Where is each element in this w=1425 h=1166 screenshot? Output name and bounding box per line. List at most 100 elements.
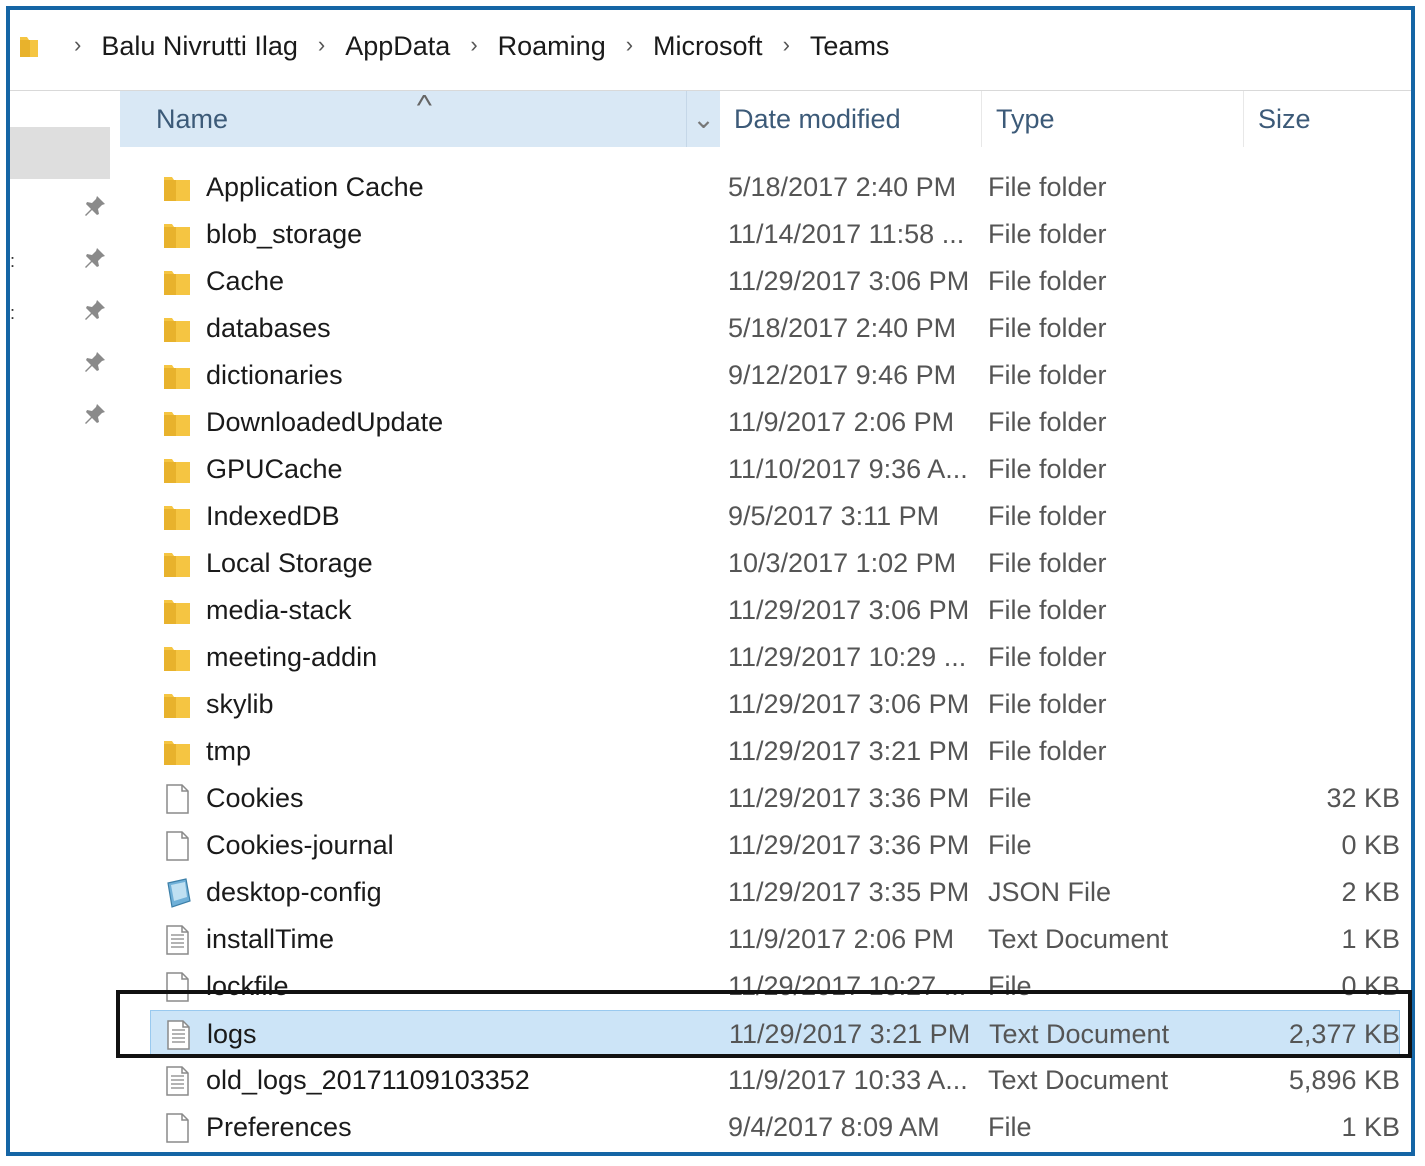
column-header-size[interactable]: Size xyxy=(1244,91,1411,147)
breadcrumb-item-user[interactable]: Balu Nivrutti Ilag xyxy=(101,31,298,62)
file-size: 1 KB xyxy=(1341,924,1400,954)
file-date-modified: 11/9/2017 10:33 A... xyxy=(728,1065,968,1095)
chevron-right-icon[interactable]: › xyxy=(783,32,790,58)
file-name: logs xyxy=(207,1019,257,1049)
file-row[interactable]: logs 11/29/2017 3:21 PM Text Document 2,377… xyxy=(150,1010,1400,1057)
file-type: File folder xyxy=(988,313,1107,343)
file-type: Text Document xyxy=(988,924,1169,954)
pin-icon[interactable] xyxy=(82,349,108,375)
file-name: DownloadedUpdate xyxy=(206,407,444,437)
file-date-modified: 11/9/2017 2:06 PM xyxy=(728,924,955,954)
column-header-date[interactable]: Date modified xyxy=(720,91,982,147)
folder-icon xyxy=(164,459,190,483)
file-date-modified: 10/3/2017 1:02 PM xyxy=(728,548,957,578)
file-size: 1 KB xyxy=(1341,1112,1400,1142)
file-date-modified: 9/4/2017 8:09 AM xyxy=(728,1112,940,1142)
file-name: meeting-addin xyxy=(206,642,378,672)
file-date-modified: 11/10/2017 9:36 A... xyxy=(728,454,968,484)
breadcrumb-item-roaming[interactable]: Roaming xyxy=(498,31,606,62)
file-row[interactable]: Local Storage 10/3/2017 1:02 PM File folde… xyxy=(150,540,1400,587)
breadcrumb: › Balu Nivrutti Ilag › AppData › Roaming… xyxy=(18,24,889,68)
file-row[interactable]: Application Cache 5/18/2017 2:40 PM File f… xyxy=(150,164,1400,211)
file-name: installTime xyxy=(206,924,335,954)
column-header-name[interactable]: ˄ Name xyxy=(120,88,686,147)
file-type: File folder xyxy=(988,548,1107,578)
file-date-modified: 11/29/2017 3:36 PM xyxy=(728,830,970,860)
pin-icon[interactable] xyxy=(82,401,108,427)
file-icon xyxy=(166,784,189,814)
column-header-type[interactable]: Type xyxy=(982,91,1244,147)
file-date-modified: 5/18/2017 2:40 PM xyxy=(728,313,957,343)
file-type: File xyxy=(988,971,1032,1001)
file-type: File folder xyxy=(988,266,1107,296)
folder-icon xyxy=(164,412,190,436)
file-row[interactable]: old_logs_20171109103352 11/9/2017 10:33 A… xyxy=(150,1057,1400,1104)
breadcrumb-item-teams[interactable]: Teams xyxy=(810,31,890,62)
file-row[interactable]: Cookies 11/29/2017 3:36 PM File 32 KB xyxy=(150,775,1400,822)
file-row[interactable]: Cookies-journal 11/29/2017 3:36 PM File 0 K… xyxy=(150,822,1400,869)
file-row[interactable]: dictionaries 9/12/2017 9:46 PM File folder xyxy=(150,352,1400,399)
pin-icon[interactable] xyxy=(82,297,108,323)
file-date-modified: 11/29/2017 3:21 PM xyxy=(729,1019,971,1049)
file-row[interactable]: IndexedDB 9/5/2017 3:11 PM File folder xyxy=(150,493,1400,540)
file-icon xyxy=(166,1113,189,1143)
file-row[interactable]: media-stack 11/29/2017 3:06 PM File folder xyxy=(150,587,1400,634)
file-date-modified: 5/18/2017 2:40 PM xyxy=(728,172,957,202)
file-date-modified: 11/29/2017 3:35 PM xyxy=(728,877,970,907)
folder-icon xyxy=(164,600,190,624)
file-row[interactable]: DownloadedUpdate 11/9/2017 2:06 PM File fo… xyxy=(150,399,1400,446)
address-bar[interactable]: › Balu Nivrutti Ilag › AppData › Roaming… xyxy=(10,10,1411,91)
file-size: 32 KB xyxy=(1326,783,1400,813)
text-file-icon xyxy=(166,1066,189,1096)
file-row[interactable]: desktop-config 11/29/2017 3:35 PM JSON Fil… xyxy=(150,869,1400,916)
file-name: media-stack xyxy=(206,595,352,625)
file-row[interactable]: Preferences 9/4/2017 8:09 AM File 1 KB xyxy=(150,1104,1400,1151)
file-name: databases xyxy=(206,313,331,343)
file-type: File xyxy=(988,830,1032,860)
chevron-right-icon[interactable]: › xyxy=(626,32,633,58)
file-name: Preferences xyxy=(206,1112,352,1142)
file-row[interactable]: blob_storage 11/14/2017 11:58 ... File fol… xyxy=(150,211,1400,258)
file-size: 5,896 KB xyxy=(1288,1065,1400,1095)
file-type: File xyxy=(988,1112,1032,1142)
file-icon xyxy=(166,831,189,861)
navigation-pane: : : xyxy=(10,91,118,1152)
file-row[interactable]: meeting-addin 11/29/2017 10:29 ... File fo… xyxy=(150,634,1400,681)
file-name: Cache xyxy=(206,266,285,296)
file-row[interactable]: skylib 11/29/2017 3:06 PM File folder xyxy=(150,681,1400,728)
chevron-right-icon[interactable]: › xyxy=(470,32,477,58)
breadcrumb-item-microsoft[interactable]: Microsoft xyxy=(653,31,763,62)
file-type: Text Document xyxy=(989,1019,1170,1049)
file-type: File folder xyxy=(988,407,1107,437)
folder-icon xyxy=(164,271,190,295)
folder-icon xyxy=(164,741,190,765)
file-row[interactable]: GPUCache 11/10/2017 9:36 A... File folder xyxy=(150,446,1400,493)
file-row[interactable]: tmp 11/29/2017 3:21 PM File folder xyxy=(150,728,1400,775)
file-size: 0 KB xyxy=(1341,971,1400,1001)
nav-selected-item[interactable] xyxy=(10,127,110,179)
file-type: JSON File xyxy=(988,877,1112,907)
pin-icon[interactable] xyxy=(82,245,108,271)
file-type: File folder xyxy=(988,360,1107,390)
file-row[interactable]: databases 5/18/2017 2:40 PM File folder xyxy=(150,305,1400,352)
chevron-right-icon[interactable]: › xyxy=(318,32,325,58)
json-file-icon xyxy=(167,878,191,908)
file-name: old_logs_20171109103352 xyxy=(206,1065,530,1095)
pin-icon[interactable] xyxy=(82,193,108,219)
file-name: tmp xyxy=(206,736,252,766)
folder-icon xyxy=(20,37,38,57)
file-type: File folder xyxy=(988,219,1107,249)
file-row[interactable]: installTime 11/9/2017 2:06 PM Text Documen… xyxy=(150,916,1400,963)
file-type: File folder xyxy=(988,595,1107,625)
file-type: Text Document xyxy=(988,1065,1169,1095)
breadcrumb-item-appdata[interactable]: AppData xyxy=(345,31,450,62)
file-row[interactable]: Cache 11/29/2017 3:06 PM File folder xyxy=(150,258,1400,305)
folder-icon xyxy=(164,694,190,718)
file-name: lockfile xyxy=(206,971,289,1001)
file-date-modified: 11/29/2017 10:27 ... xyxy=(728,971,967,1001)
file-name: Application Cache xyxy=(206,172,424,202)
file-name: desktop-config xyxy=(206,877,382,907)
file-name: blob_storage xyxy=(206,219,363,249)
column-filter-dropdown[interactable]: ⌄ xyxy=(686,91,720,147)
file-row[interactable]: lockfile 11/29/2017 10:27 ... File 0 KB xyxy=(150,963,1400,1010)
